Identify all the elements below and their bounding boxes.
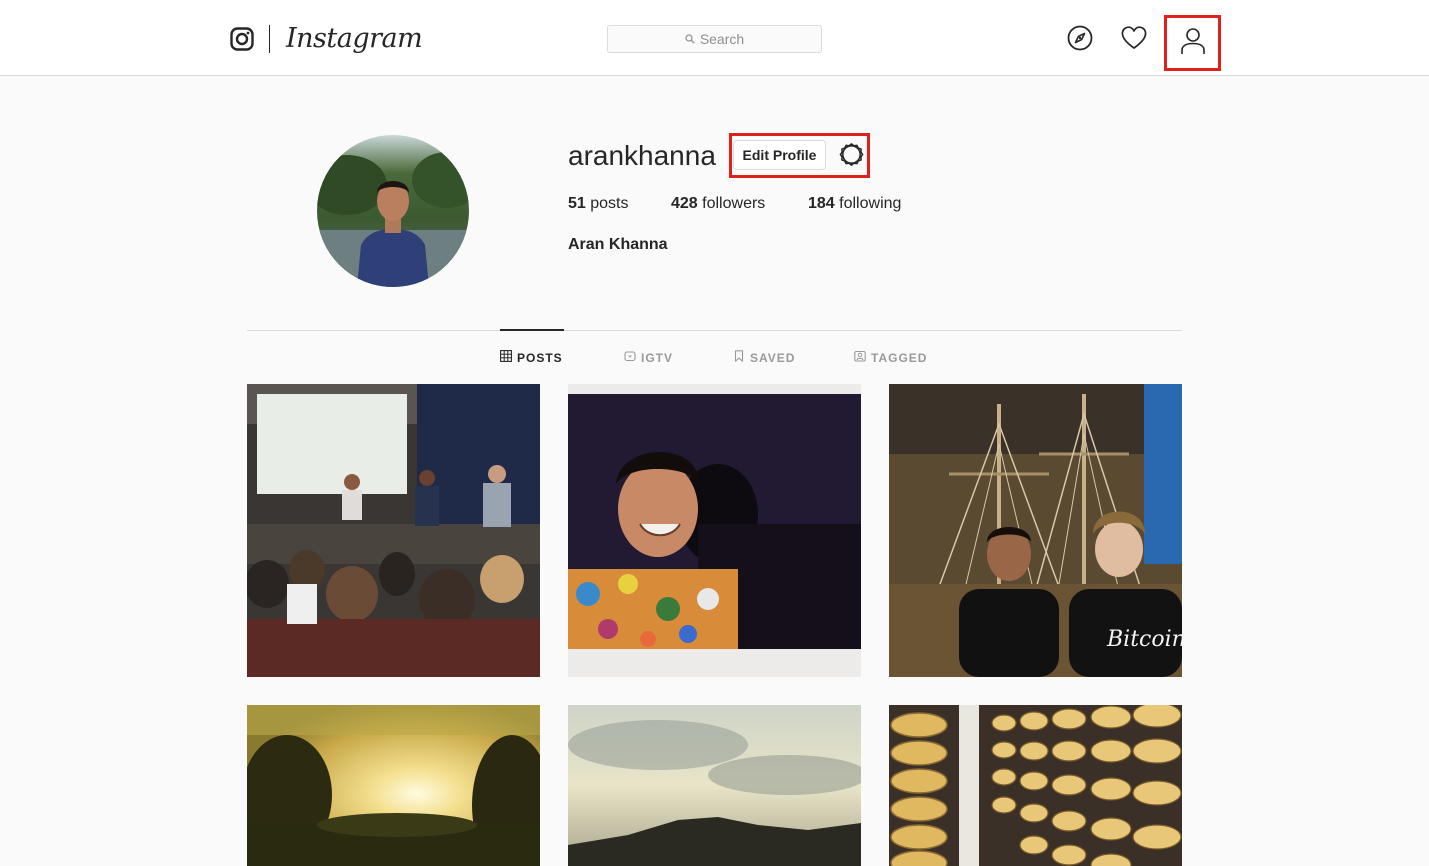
tab-posts[interactable]: POSTS bbox=[500, 350, 563, 365]
edit-profile-button[interactable]: Edit Profile bbox=[733, 140, 826, 170]
following-count[interactable]: 184 following bbox=[808, 194, 901, 214]
tab-tagged-label: TAGGED bbox=[871, 350, 928, 365]
post-thumbnail-cheese-warehouse[interactable] bbox=[889, 705, 1182, 866]
post-thumbnail-couple[interactable] bbox=[568, 384, 861, 677]
search-input[interactable]: Search bbox=[607, 25, 822, 53]
logo-divider bbox=[269, 25, 270, 53]
gear-icon[interactable] bbox=[838, 141, 865, 168]
tabs-divider bbox=[247, 330, 1182, 331]
followers-number: 428 bbox=[671, 195, 698, 212]
post-thumbnail-sunset[interactable] bbox=[247, 705, 540, 866]
post-thumbnail-ship-museum[interactable]: Bitcoin bbox=[889, 384, 1182, 677]
search-placeholder: Search bbox=[699, 31, 745, 47]
grid-icon bbox=[500, 350, 512, 365]
tab-igtv-label: IGTV bbox=[641, 350, 674, 365]
tab-igtv[interactable]: IGTV bbox=[624, 350, 673, 365]
compass-icon[interactable] bbox=[1066, 24, 1094, 52]
following-number: 184 bbox=[808, 195, 835, 212]
profile-full-name: Aran Khanna bbox=[568, 236, 668, 253]
bookmark-icon bbox=[733, 350, 745, 365]
posts-label: posts bbox=[590, 195, 629, 212]
tab-posts-label: POSTS bbox=[517, 350, 563, 365]
heart-icon[interactable] bbox=[1120, 24, 1148, 52]
tag-icon bbox=[854, 350, 866, 365]
svg-text:Bitcoin: Bitcoin bbox=[1106, 627, 1182, 652]
active-tab-indicator bbox=[500, 329, 564, 331]
posts-number: 51 bbox=[568, 195, 586, 212]
instagram-glyph-icon[interactable] bbox=[230, 27, 254, 51]
tv-icon bbox=[624, 350, 636, 365]
tab-saved[interactable]: SAVED bbox=[733, 350, 795, 365]
post-thumbnail-mountain[interactable] bbox=[568, 705, 861, 866]
posts-count: 51 posts bbox=[568, 194, 629, 214]
followers-count[interactable]: 428 followers bbox=[671, 194, 765, 214]
post-thumbnail-panel-discussion[interactable] bbox=[247, 384, 540, 677]
instagram-wordmark[interactable]: Instagram bbox=[286, 22, 423, 56]
profile-username: arankhanna bbox=[568, 140, 716, 171]
followers-label: followers bbox=[702, 195, 766, 212]
search-icon bbox=[685, 31, 695, 47]
tab-tagged[interactable]: TAGGED bbox=[854, 350, 927, 365]
profile-avatar[interactable] bbox=[317, 135, 469, 287]
tab-saved-label: SAVED bbox=[750, 350, 796, 365]
top-navigation-bar: Instagram Search bbox=[0, 0, 1429, 76]
user-icon bbox=[1180, 27, 1206, 60]
following-label: following bbox=[839, 195, 902, 212]
profile-nav-button[interactable] bbox=[1164, 15, 1221, 71]
